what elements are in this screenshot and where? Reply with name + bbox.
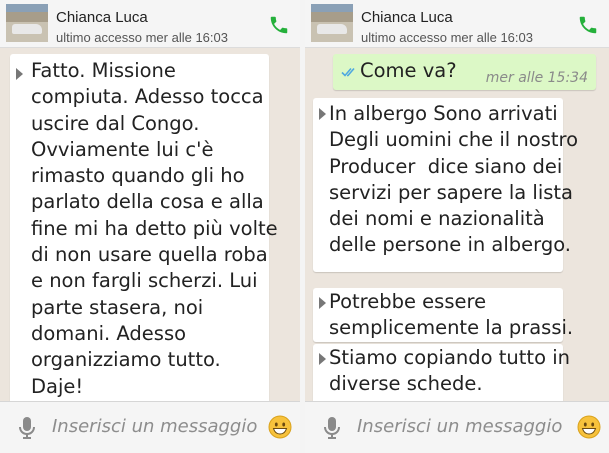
avatar-car — [317, 24, 347, 34]
message-text: Stiamo copiando tutto in diverse schede. — [329, 345, 570, 398]
message-list[interactable]: Fatto. Missione compiuta. Adesso tocca u… — [0, 48, 300, 402]
message-marker-icon — [319, 297, 326, 309]
chat-header[interactable]: Chianca Luca ultimo accesso mer alle 16:… — [305, 0, 609, 48]
message-text: Come va? — [360, 59, 457, 82]
message-line: compiuta. Adesso tocca — [31, 85, 264, 109]
message-input-bar: Inserisci un messaggio — [0, 401, 300, 453]
chat-pane-right: Chianca Luca ultimo accesso mer alle 16:… — [305, 0, 609, 453]
message-line: parte stasera, noi — [31, 295, 204, 319]
avatar-car — [12, 24, 42, 34]
message-marker-icon — [319, 353, 326, 365]
message-marker-icon — [16, 68, 23, 80]
message-bubble-incoming[interactable]: Fatto. Missione compiuta. Adesso tocca u… — [10, 54, 278, 402]
message-line: rimasto quando gli ho — [31, 164, 245, 188]
message-list[interactable]: Come va? mer alle 15:34 In albergo Sono … — [305, 48, 609, 402]
contact-name[interactable]: Chianca Luca — [56, 9, 148, 26]
microphone-icon[interactable] — [323, 416, 341, 440]
chat-header[interactable]: Chianca Luca ultimo accesso mer alle 16:… — [0, 0, 300, 48]
message-line: fine mi ha detto più volte — [31, 216, 278, 240]
phone-icon[interactable] — [577, 14, 599, 36]
smiley-icon[interactable] — [268, 415, 292, 439]
message-line: Stiamo copiando tutto in — [329, 346, 570, 369]
last-seen-status: ultimo accesso mer alle 16:03 — [361, 30, 533, 45]
message-input-bar: Inserisci un messaggio — [305, 401, 609, 453]
message-bubble-outgoing[interactable]: Come va? mer alle 15:34 — [333, 54, 596, 90]
chat-pane-left: Chianca Luca ultimo accesso mer alle 16:… — [0, 0, 300, 453]
message-line: Degli uomini che il nostro — [329, 128, 579, 152]
message-input[interactable]: Inserisci un messaggio — [52, 414, 262, 440]
double-check-icon — [341, 67, 355, 77]
avatar[interactable] — [6, 4, 48, 42]
contact-name[interactable]: Chianca Luca — [361, 9, 453, 26]
message-line: In albergo Sono arrivati — [329, 102, 558, 125]
message-line: domani. Adesso — [31, 321, 187, 345]
last-seen-status: ultimo accesso mer alle 16:03 — [56, 30, 228, 45]
message-line: dei nomi e nazionalità — [329, 207, 545, 231]
message-line: delle persone in albergo. — [329, 233, 571, 257]
message-line: Potrebbe essere — [329, 290, 487, 313]
message-line: Ovviamente lui c'è — [31, 137, 214, 161]
message-bubble-incoming[interactable]: In albergo Sono arrivati Degli uomini ch… — [313, 98, 578, 272]
message-line: uscire dal Congo. — [31, 111, 200, 135]
smiley-icon[interactable] — [577, 415, 601, 439]
message-line: Fatto. Missione — [31, 59, 176, 82]
message-line: semplicemente la prassi. — [329, 316, 574, 340]
message-line: diverse schede. — [329, 372, 483, 396]
phone-icon[interactable] — [268, 14, 290, 36]
message-line: e non fargli scherzi. Lui — [31, 269, 258, 293]
message-input[interactable]: Inserisci un messaggio — [357, 414, 567, 440]
message-line: Daje! — [31, 374, 84, 398]
avatar-wall — [6, 12, 48, 22]
message-bubble-incoming[interactable]: Potrebbe essere semplicemente la prassi. — [313, 288, 573, 342]
message-line: parlato della cosa e alla — [31, 190, 264, 214]
message-text: Fatto. Missione compiuta. Adesso tocca u… — [31, 58, 278, 400]
message-bubble-incoming[interactable]: Stiamo copiando tutto in diverse schede. — [313, 344, 570, 402]
microphone-icon[interactable] — [18, 416, 36, 440]
avatar-wall — [311, 12, 353, 22]
message-text: In albergo Sono arrivati Degli uomini ch… — [329, 101, 578, 259]
message-timestamp: mer alle 15:34 — [485, 70, 588, 86]
message-line: Producer dice siano dei — [329, 154, 563, 178]
avatar[interactable] — [311, 4, 353, 42]
message-line: organizziamo tutto. — [31, 348, 221, 372]
message-line: di non usare quella roba — [31, 243, 268, 267]
message-line: servizi per sapere la lista — [329, 180, 573, 204]
message-marker-icon — [319, 108, 326, 120]
message-text: Potrebbe essere semplicemente la prassi. — [329, 289, 573, 342]
